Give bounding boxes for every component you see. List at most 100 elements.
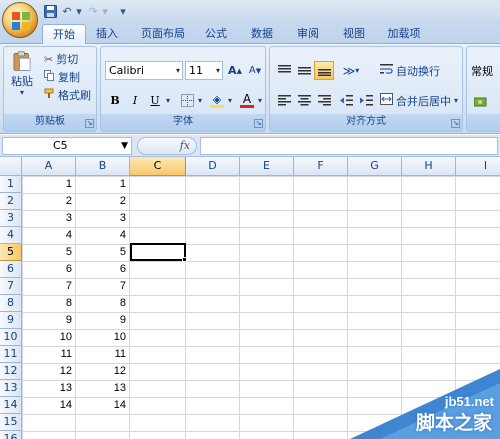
- font-size-select[interactable]: 11 ▾: [185, 61, 223, 80]
- cell-a1[interactable]: 1: [22, 176, 76, 193]
- formula-input[interactable]: [200, 137, 498, 155]
- row-header-1[interactable]: 1: [0, 176, 22, 193]
- align-center-button[interactable]: [294, 91, 314, 110]
- tab-view[interactable]: 视图: [336, 24, 372, 44]
- format-painter-button[interactable]: 格式刷: [44, 87, 91, 103]
- cell-a4[interactable]: 4: [22, 227, 76, 244]
- name-box[interactable]: C5 ▼: [2, 137, 132, 155]
- italic-button[interactable]: I: [125, 91, 145, 110]
- cell-a12[interactable]: 12: [22, 363, 76, 380]
- align-top-button[interactable]: [274, 61, 294, 80]
- cell-a8[interactable]: 8: [22, 295, 76, 312]
- cell-a5[interactable]: 5: [22, 244, 76, 261]
- cell-b9[interactable]: 9: [76, 312, 130, 329]
- cell-b10[interactable]: 10: [76, 329, 130, 346]
- cell-b5[interactable]: 5: [76, 244, 130, 261]
- select-all-corner[interactable]: [0, 157, 22, 176]
- orientation-button[interactable]: ≫ ▾: [338, 61, 364, 80]
- column-header-g[interactable]: G: [348, 157, 402, 176]
- merge-center-button[interactable]: 合并后居中 ▾: [380, 91, 458, 110]
- column-header-h[interactable]: H: [402, 157, 456, 176]
- cell-b14[interactable]: 14: [76, 397, 130, 414]
- cell-a11[interactable]: 11: [22, 346, 76, 363]
- cell-a13[interactable]: 13: [22, 380, 76, 397]
- shrink-font-button[interactable]: A ▼: [245, 61, 265, 80]
- active-cell[interactable]: [130, 243, 186, 261]
- cell-b3[interactable]: 3: [76, 210, 130, 227]
- align-bottom-button[interactable]: [314, 61, 334, 80]
- row-header-6[interactable]: 6: [0, 261, 22, 278]
- clipboard-launcher-icon[interactable]: ↘: [85, 119, 94, 128]
- customize-quick-access-icon[interactable]: ▾: [116, 3, 130, 19]
- name-box-dropdown-icon[interactable]: ▼: [121, 138, 128, 154]
- tab-review[interactable]: 审阅: [290, 24, 326, 44]
- cell-a10[interactable]: 10: [22, 329, 76, 346]
- cell-b13[interactable]: 13: [76, 380, 130, 397]
- cell-b2[interactable]: 2: [76, 193, 130, 210]
- row-header-11[interactable]: 11: [0, 346, 22, 363]
- cell-b12[interactable]: 12: [76, 363, 130, 380]
- accounting-format-button[interactable]: [471, 91, 491, 110]
- align-right-button[interactable]: [314, 91, 334, 110]
- row-header-16[interactable]: 16: [0, 431, 22, 439]
- cell-b7[interactable]: 7: [76, 278, 130, 295]
- cell-a3[interactable]: 3: [22, 210, 76, 227]
- column-header-b[interactable]: B: [76, 157, 130, 176]
- office-button[interactable]: [2, 2, 38, 38]
- increase-indent-button[interactable]: [356, 91, 376, 110]
- borders-dropdown-icon[interactable]: ▾: [195, 91, 205, 110]
- copy-button[interactable]: 复制: [44, 69, 80, 85]
- paste-button[interactable]: 粘贴 ▾: [8, 51, 36, 97]
- tab-insert[interactable]: 插入: [88, 24, 126, 44]
- cell-a6[interactable]: 6: [22, 261, 76, 278]
- column-header-f[interactable]: F: [294, 157, 348, 176]
- fill-handle[interactable]: [182, 257, 187, 262]
- cut-button[interactable]: ✂ 剪切: [44, 51, 78, 67]
- number-format-select[interactable]: 常规: [471, 61, 493, 80]
- font-color-dropdown-icon[interactable]: ▾: [255, 91, 265, 110]
- font-launcher-icon[interactable]: ↘: [254, 119, 263, 128]
- align-left-button[interactable]: [274, 91, 294, 110]
- undo-dropdown-icon[interactable]: ▾: [74, 3, 84, 19]
- row-header-8[interactable]: 8: [0, 295, 22, 312]
- cell-a2[interactable]: 2: [22, 193, 76, 210]
- fill-color-dropdown-icon[interactable]: ▾: [225, 91, 235, 110]
- row-header-10[interactable]: 10: [0, 329, 22, 346]
- column-header-a[interactable]: A: [22, 157, 76, 176]
- decrease-indent-button[interactable]: [336, 91, 356, 110]
- redo-icon[interactable]: ↷: [86, 3, 100, 19]
- tab-formulas[interactable]: 公式: [198, 24, 234, 44]
- insert-function-button[interactable]: fx: [137, 137, 197, 155]
- tab-add-ins[interactable]: 加载项: [380, 24, 428, 44]
- row-header-12[interactable]: 12: [0, 363, 22, 380]
- underline-dropdown-icon[interactable]: ▾: [163, 91, 173, 110]
- bold-button[interactable]: B: [105, 91, 125, 110]
- tab-home[interactable]: 开始: [42, 24, 86, 44]
- cell-b11[interactable]: 11: [76, 346, 130, 363]
- row-header-4[interactable]: 4: [0, 227, 22, 244]
- alignment-launcher-icon[interactable]: ↘: [451, 119, 460, 128]
- cell-a14[interactable]: 14: [22, 397, 76, 414]
- cell-b8[interactable]: 8: [76, 295, 130, 312]
- font-name-select[interactable]: Calibri ▾: [105, 61, 183, 80]
- row-header-5[interactable]: 5: [0, 244, 22, 261]
- cell-a7[interactable]: 7: [22, 278, 76, 295]
- row-header-15[interactable]: 15: [0, 414, 22, 431]
- column-header-d[interactable]: D: [186, 157, 240, 176]
- column-header-i[interactable]: I: [456, 157, 500, 176]
- tab-page-layout[interactable]: 页面布局: [132, 24, 194, 44]
- grow-font-button[interactable]: A ▲: [225, 61, 245, 80]
- undo-icon[interactable]: ↶: [60, 3, 74, 19]
- row-header-14[interactable]: 14: [0, 397, 22, 414]
- column-header-c[interactable]: C: [130, 157, 186, 176]
- tab-data[interactable]: 数据: [244, 24, 280, 44]
- row-header-2[interactable]: 2: [0, 193, 22, 210]
- redo-dropdown-icon[interactable]: ▾: [100, 3, 110, 19]
- row-header-7[interactable]: 7: [0, 278, 22, 295]
- cell-b6[interactable]: 6: [76, 261, 130, 278]
- cell-b4[interactable]: 4: [76, 227, 130, 244]
- cell-b1[interactable]: 1: [76, 176, 130, 193]
- wrap-text-button[interactable]: 自动换行: [380, 61, 440, 80]
- cell-a9[interactable]: 9: [22, 312, 76, 329]
- column-header-e[interactable]: E: [240, 157, 294, 176]
